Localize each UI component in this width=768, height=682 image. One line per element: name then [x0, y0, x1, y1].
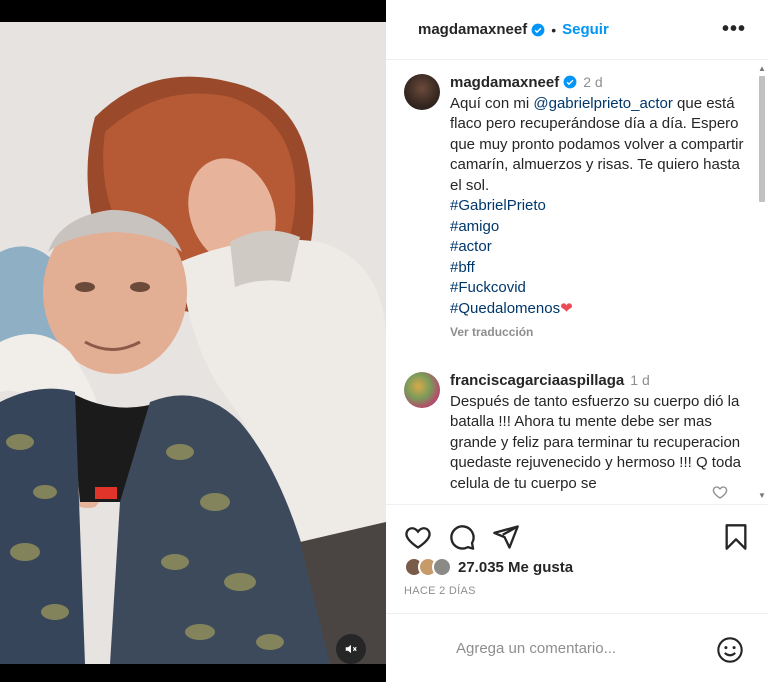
scroll-down-icon[interactable]: ▼ — [758, 491, 766, 500]
caption-username[interactable]: magdamaxneef — [450, 74, 559, 91]
post-media[interactable] — [0, 0, 386, 682]
action-bar — [386, 505, 768, 565]
hashtag-link[interactable]: #actor — [450, 238, 492, 255]
hashtag-link[interactable]: #Fuckcovid — [450, 279, 526, 296]
caption-body: magdamaxneef 2 d Aquí con mi @gabrielprie… — [450, 72, 744, 319]
likes-summary[interactable]: 27.035 Me gusta — [404, 557, 573, 577]
verified-badge-icon — [563, 75, 577, 89]
header-username[interactable]: magdamaxneef — [418, 21, 527, 38]
hashtag-link[interactable]: #amigo — [450, 218, 499, 235]
follow-button[interactable]: Seguir — [562, 21, 609, 38]
avatar[interactable] — [404, 372, 440, 408]
comment-username[interactable]: franciscagarciaaspillaga — [450, 372, 624, 389]
avatar[interactable] — [404, 74, 440, 110]
heart-icon — [712, 486, 728, 499]
see-translation-button[interactable]: Ver traducción — [450, 325, 744, 339]
caption-text-before: Aquí con mi — [450, 94, 534, 112]
avatar — [432, 557, 452, 577]
emoji-icon[interactable] — [716, 636, 744, 664]
hashtag-link[interactable]: #bff — [450, 259, 475, 276]
heart-icon[interactable] — [404, 523, 432, 551]
add-comment-bar — [386, 613, 768, 682]
comments-list[interactable]: magdamaxneef 2 d Aquí con mi @gabrielprie… — [386, 60, 768, 505]
likes-count[interactable]: 27.035 Me gusta — [458, 559, 573, 576]
comment-like-button[interactable] — [712, 484, 728, 503]
scroll-up-icon[interactable]: ▲ — [758, 64, 766, 73]
comments-scrollbar[interactable]: ▲ ▼ — [758, 64, 766, 500]
comment-time[interactable]: 1 d — [630, 372, 649, 388]
mute-icon — [345, 644, 357, 654]
hashtag-link[interactable]: #GabrielPrieto — [450, 197, 546, 214]
list-item: franciscagarciaaspillaga 1 d Después de t… — [404, 370, 744, 494]
caption-time[interactable]: 2 d — [583, 74, 602, 90]
more-icon[interactable]: ••• — [722, 18, 746, 41]
caption: magdamaxneef 2 d Aquí con mi @gabrielprie… — [404, 72, 744, 339]
post-photo[interactable] — [0, 22, 386, 664]
share-icon[interactable] — [492, 523, 520, 551]
comment-body: franciscagarciaaspillaga 1 d Después de t… — [450, 370, 744, 494]
comment-input[interactable] — [456, 639, 706, 657]
comment-text: Después de tanto esfuerzo su cuerpo dió … — [450, 392, 742, 492]
scrollbar-thumb[interactable] — [759, 76, 765, 202]
post-side-panel: magdamaxneef • Seguir ••• magdamaxneef 2 … — [386, 0, 768, 682]
heart-emoji: ❤ — [560, 299, 573, 317]
verified-badge-icon — [531, 23, 545, 36]
caption-mention[interactable]: @gabrielprieto_actor — [533, 95, 672, 112]
post-header: magdamaxneef • Seguir ••• — [386, 0, 768, 60]
comment-icon[interactable] — [448, 523, 476, 551]
mute-button[interactable] — [336, 634, 366, 664]
header-separator: • — [551, 21, 557, 38]
photo-illustration — [0, 22, 386, 664]
post-timestamp[interactable]: HACE 2 DÍAS — [404, 585, 476, 597]
bookmark-icon[interactable] — [722, 523, 750, 551]
hashtag-link[interactable]: #Quedalomenos — [450, 300, 560, 317]
